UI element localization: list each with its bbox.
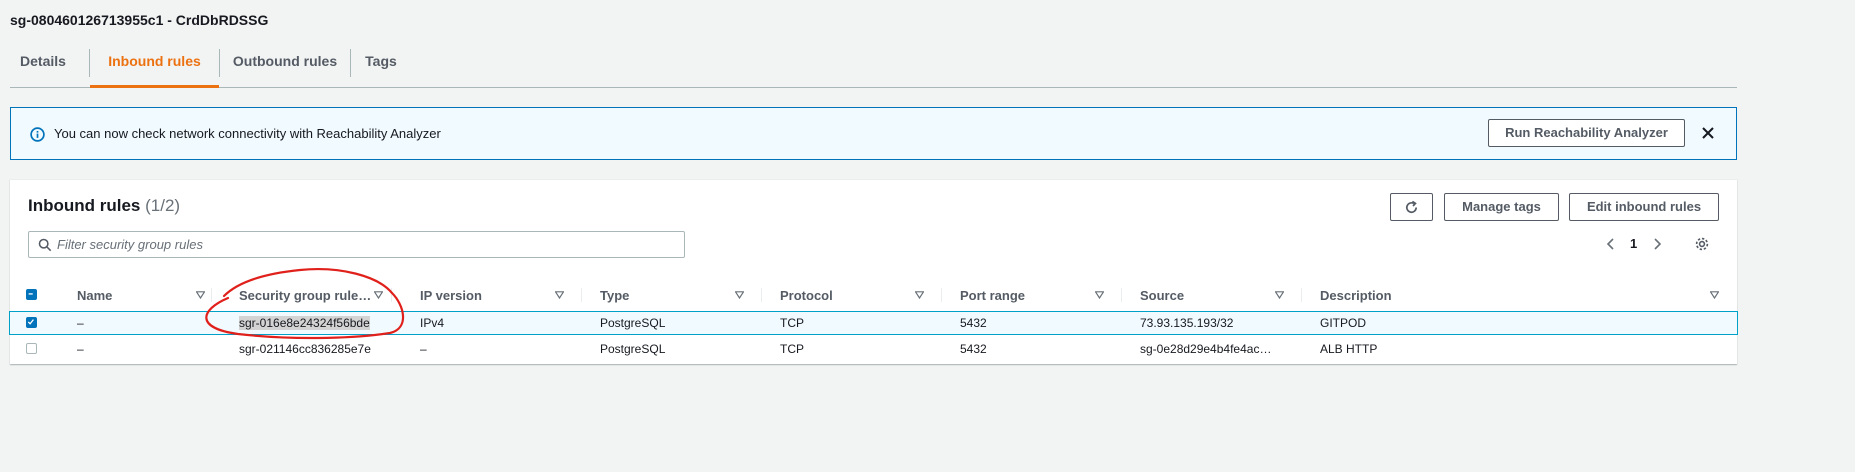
column-divider — [391, 288, 392, 302]
flash-message: You can now check network connectivity w… — [54, 126, 441, 141]
column-divider — [1121, 288, 1122, 302]
cell-type: PostgreSQL — [600, 342, 666, 356]
cell-description: ALB HTTP — [1320, 342, 1378, 356]
cell-rule-id[interactable]: sgr-016e8e24324f56bde — [239, 316, 370, 330]
table-header: Name Security group rule… IP version Typ… — [10, 278, 1737, 312]
column-divider — [761, 288, 762, 302]
select-all-checkbox[interactable] — [26, 289, 37, 300]
info-icon — [30, 127, 45, 142]
panel-title-text: Inbound rules — [28, 196, 141, 215]
panel-count: (1/2) — [145, 196, 181, 215]
cell-port-range: 5432 — [960, 316, 987, 330]
column-header-description[interactable]: Description — [1320, 288, 1392, 303]
table-row[interactable]: – sgr-016e8e24324f56bde IPv4 PostgreSQL … — [9, 311, 1738, 335]
cell-ip-version: IPv4 — [420, 316, 445, 330]
pagination: 1 — [1604, 234, 1664, 254]
tab-bar: Details Inbound rules Outbound rules Tag… — [10, 46, 1737, 88]
close-icon[interactable] — [1698, 123, 1718, 143]
indeterminate-icon — [28, 293, 33, 295]
cell-protocol: TCP — [780, 342, 804, 356]
sort-icon[interactable] — [1275, 291, 1284, 299]
sort-icon[interactable] — [196, 291, 205, 299]
row-checkbox[interactable] — [26, 317, 37, 328]
cell-description: GITPOD — [1320, 316, 1367, 330]
cell-protocol: TCP — [780, 316, 804, 330]
refresh-icon — [1406, 200, 1418, 214]
panel-title: Inbound rules (1/2) — [28, 196, 180, 216]
sort-icon[interactable] — [1710, 291, 1719, 299]
column-header-protocol[interactable]: Protocol — [780, 288, 833, 303]
cell-name: – — [77, 316, 84, 330]
page-title: sg-080460126713955c1 - CrdDbRDSSG — [10, 12, 269, 28]
column-divider — [941, 288, 942, 302]
row-checkbox[interactable] — [26, 343, 37, 354]
tab-inbound-rules[interactable]: Inbound rules — [90, 46, 219, 88]
column-divider — [211, 288, 212, 302]
page-number[interactable]: 1 — [1630, 236, 1637, 251]
column-divider — [1301, 288, 1302, 302]
run-reachability-analyzer-button[interactable]: Run Reachability Analyzer — [1488, 119, 1685, 147]
checkmark-icon — [27, 319, 34, 325]
filter-box — [28, 231, 685, 258]
edit-inbound-rules-button[interactable]: Edit inbound rules — [1569, 193, 1719, 221]
cell-port-range: 5432 — [960, 342, 987, 356]
column-header-type[interactable]: Type — [600, 288, 629, 303]
inbound-rules-panel: Inbound rules (1/2) Manage tags Edit inb… — [9, 179, 1738, 364]
gear-icon[interactable] — [1694, 236, 1710, 252]
filter-input[interactable] — [57, 235, 657, 254]
search-icon — [38, 238, 52, 252]
table-row[interactable]: – sgr-021146cc836285e7e – PostgreSQL TCP… — [10, 338, 1737, 360]
tab-tags[interactable]: Tags — [351, 46, 411, 88]
column-header-source[interactable]: Source — [1140, 288, 1184, 303]
cell-type: PostgreSQL — [600, 316, 666, 330]
sort-icon[interactable] — [915, 291, 924, 299]
cell-rule-id[interactable]: sgr-021146cc836285e7e — [239, 342, 371, 356]
tab-outbound-rules[interactable]: Outbound rules — [220, 46, 350, 88]
cell-name: – — [77, 342, 84, 356]
sort-icon[interactable] — [1095, 291, 1104, 299]
tab-details[interactable]: Details — [10, 46, 76, 88]
cell-ip-version: – — [420, 342, 427, 356]
chevron-left-icon[interactable] — [1604, 236, 1618, 252]
column-header-ip-version[interactable]: IP version — [420, 288, 482, 303]
cell-source: 73.93.135.193/32 — [1140, 316, 1234, 330]
refresh-button[interactable] — [1390, 193, 1433, 221]
manage-tags-button[interactable]: Manage tags — [1444, 193, 1559, 221]
cell-source[interactable]: sg-0e28d29e4b4fe4ac… — [1140, 342, 1271, 356]
column-divider — [581, 288, 582, 302]
info-flashbar: You can now check network connectivity w… — [10, 107, 1737, 160]
sort-icon[interactable] — [555, 291, 564, 299]
chevron-right-icon[interactable] — [1650, 236, 1664, 252]
column-header-name[interactable]: Name — [77, 288, 112, 303]
column-header-port-range[interactable]: Port range — [960, 288, 1025, 303]
sort-icon[interactable] — [374, 291, 383, 299]
column-header-rule-id[interactable]: Security group rule… — [239, 288, 371, 303]
sort-icon[interactable] — [735, 291, 744, 299]
